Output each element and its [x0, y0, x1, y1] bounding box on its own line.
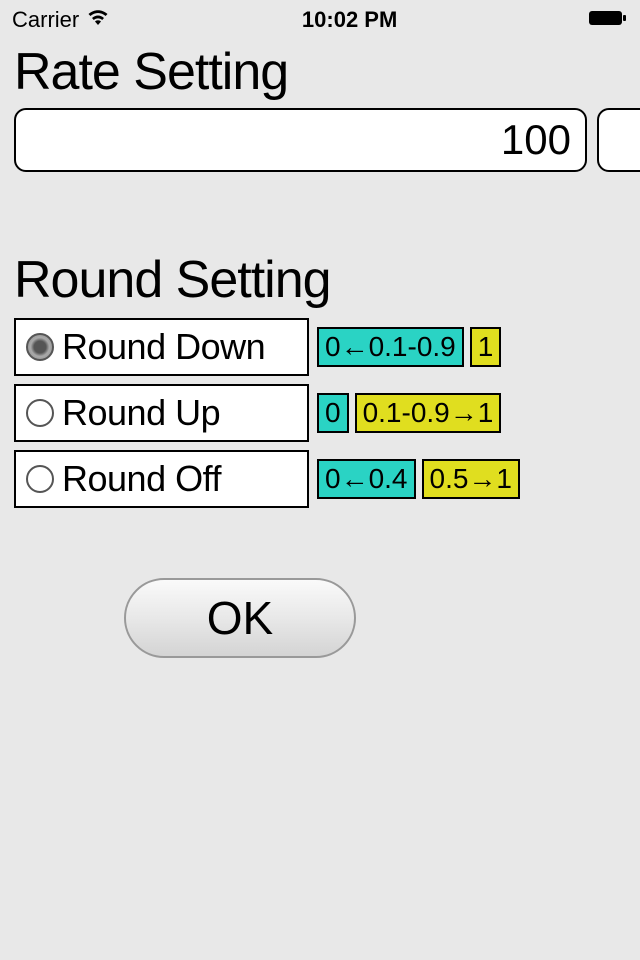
- status-time: 10:02 PM: [111, 7, 588, 33]
- status-right: [588, 7, 628, 33]
- rate-input-1[interactable]: [14, 108, 587, 172]
- radio-round-up[interactable]: Round Up: [14, 384, 309, 442]
- radio-icon: [26, 333, 54, 361]
- round-option-up: Round Up 0 0.1-0.9→1: [14, 384, 626, 442]
- rate-input-2[interactable]: [597, 108, 640, 172]
- radio-icon: [26, 465, 54, 493]
- radio-label: Round Down: [62, 326, 265, 368]
- carrier-label: Carrier: [12, 7, 79, 33]
- round-option-off: Round Off 0←0.4 0.5→1: [14, 450, 626, 508]
- radio-icon: [26, 399, 54, 427]
- round-option-down: Round Down 0←0.1-0.9 1: [14, 318, 626, 376]
- chip: 0←0.1-0.9: [317, 327, 464, 367]
- round-setting-title: Round Setting: [14, 250, 626, 310]
- status-left: Carrier: [12, 7, 111, 33]
- rate-setting-title: Rate Setting: [14, 42, 626, 102]
- chip: 0: [317, 393, 349, 433]
- chip: 0.5→1: [422, 459, 521, 499]
- ok-button[interactable]: OK: [124, 578, 356, 658]
- radio-round-down[interactable]: Round Down: [14, 318, 309, 376]
- chips-round-down: 0←0.1-0.9 1: [317, 327, 501, 367]
- chip: 0←0.4: [317, 459, 416, 499]
- radio-label: Round Up: [62, 392, 220, 434]
- chip: 0.1-0.9→1: [355, 393, 502, 433]
- chips-round-up: 0 0.1-0.9→1: [317, 393, 501, 433]
- wifi-icon: [85, 7, 111, 33]
- radio-label: Round Off: [62, 458, 221, 500]
- radio-round-off[interactable]: Round Off: [14, 450, 309, 508]
- chips-round-off: 0←0.4 0.5→1: [317, 459, 520, 499]
- rate-inputs: [14, 108, 626, 172]
- battery-icon: [588, 7, 628, 33]
- chip: 1: [470, 327, 502, 367]
- status-bar: Carrier 10:02 PM: [0, 0, 640, 40]
